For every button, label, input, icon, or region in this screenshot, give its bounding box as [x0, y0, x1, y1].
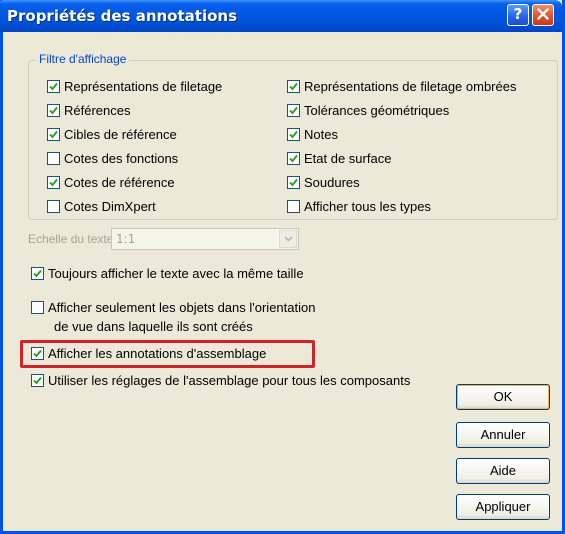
checkbox-dimxpert-dimensions[interactable]: Cotes DimXpert: [47, 199, 156, 214]
question-mark-icon: ?: [513, 5, 523, 23]
checkbox-box[interactable]: [287, 80, 300, 93]
checkbox-notes[interactable]: Notes: [287, 127, 338, 142]
checkbox-box[interactable]: [287, 104, 300, 117]
checkmark-icon: [49, 130, 58, 139]
help-icon-button[interactable]: ?: [507, 4, 529, 26]
checkbox-box[interactable]: [47, 152, 60, 165]
text-scale-value: 1:1: [116, 232, 136, 246]
checkmark-icon: [49, 82, 58, 91]
checkmark-icon: [289, 154, 298, 163]
checkmark-icon: [289, 82, 298, 91]
checkbox-box[interactable]: [31, 267, 44, 280]
checkbox-use-assembly-settings[interactable]: Utiliser les réglages de l'assemblage po…: [31, 373, 410, 388]
orientation-label-line2: de vue dans laquelle ils sont créés: [54, 319, 253, 334]
checkmark-icon: [289, 178, 298, 187]
checkbox-thread-representations[interactable]: Représentations de filetage: [47, 79, 222, 94]
checkbox-shaded-thread-representations[interactable]: Représentations de filetage ombrées: [287, 79, 516, 94]
checkbox-box[interactable]: [31, 374, 44, 387]
checkmark-icon: [33, 269, 42, 278]
checkbox-box[interactable]: [47, 176, 60, 189]
close-icon: [537, 8, 549, 20]
title-bar[interactable]: Propriétés des annotations ?: [0, 0, 562, 32]
checkbox-surface-finish[interactable]: Etat de surface: [287, 151, 391, 166]
checkbox-box[interactable]: [31, 301, 44, 314]
checkbox-box[interactable]: [287, 200, 300, 213]
checkbox-box[interactable]: [47, 80, 60, 93]
checkmark-icon: [33, 349, 42, 358]
checkmark-icon: [289, 130, 298, 139]
dialog-title: Propriétés des annotations: [7, 7, 238, 25]
checkbox-box[interactable]: [47, 104, 60, 117]
checkmark-icon: [49, 178, 58, 187]
checkmark-icon: [49, 106, 58, 115]
checkbox-box[interactable]: [31, 347, 44, 360]
apply-button[interactable]: Appliquer: [456, 494, 550, 520]
cancel-button[interactable]: Annuler: [456, 422, 550, 448]
checkbox-box[interactable]: [287, 176, 300, 189]
text-scale-label: Echelle du texte:: [28, 232, 117, 246]
checkbox-show-assembly-annotations[interactable]: Afficher les annotations d'assemblage: [31, 346, 266, 361]
checkmark-icon: [289, 106, 298, 115]
help-button[interactable]: Aide: [456, 458, 550, 484]
text-scale-select[interactable]: 1:1: [111, 228, 299, 250]
close-button[interactable]: [532, 4, 554, 26]
checkbox-always-same-size[interactable]: Toujours afficher le texte avec la même …: [31, 266, 304, 281]
checkbox-only-in-orientation[interactable]: Afficher seulement les objets dans l'ori…: [31, 300, 315, 315]
checkbox-geometric-tolerances[interactable]: Tolérances géométriques: [287, 103, 449, 118]
checkbox-datum-targets[interactable]: Cibles de référence: [47, 127, 177, 142]
dropdown-arrow-button[interactable]: [279, 230, 297, 248]
checkbox-box[interactable]: [47, 128, 60, 141]
chevron-down-icon: [284, 236, 293, 242]
checkbox-box[interactable]: [47, 200, 60, 213]
checkbox-box[interactable]: [287, 152, 300, 165]
checkbox-feature-dimensions[interactable]: Cotes des fonctions: [47, 151, 178, 166]
checkmark-icon: [33, 376, 42, 385]
display-filter-legend: Filtre d'affichage: [36, 52, 130, 66]
checkbox-reference-dimensions[interactable]: Cotes de référence: [47, 175, 175, 190]
checkbox-datums[interactable]: Références: [47, 103, 130, 118]
checkbox-show-all-types[interactable]: Afficher tous les types: [287, 199, 431, 214]
checkbox-box[interactable]: [287, 128, 300, 141]
checkbox-welds[interactable]: Soudures: [287, 175, 360, 190]
ok-button[interactable]: OK: [456, 384, 550, 410]
